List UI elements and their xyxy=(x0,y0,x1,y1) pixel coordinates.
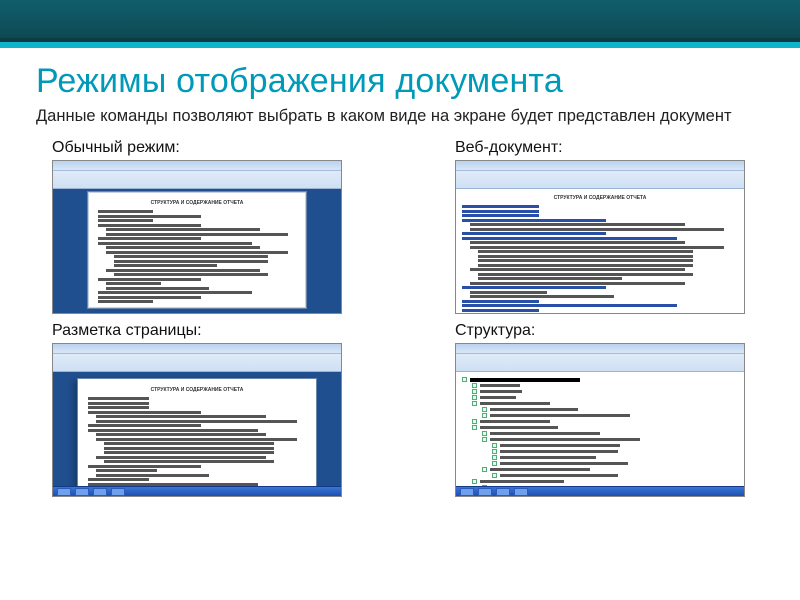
thumb-normal: СТРУКТУРА И СОДЕРЖАНИЕ ОТЧЕТА xyxy=(52,160,342,314)
label-web: Веб-документ: xyxy=(455,139,768,157)
windows-taskbar-icon xyxy=(53,486,341,496)
cell-outline: Структура: xyxy=(455,320,768,497)
word-ribbon-icon xyxy=(456,161,744,189)
label-outline: Структура: xyxy=(455,322,768,340)
word-ribbon-icon xyxy=(456,344,744,372)
doc-heading: СТРУКТУРА И СОДЕРЖАНИЕ ОТЧЕТА xyxy=(88,387,306,394)
doc-page: СТРУКТУРА И СОДЕРЖАНИЕ ОТЧЕТА xyxy=(77,378,317,496)
presentation-top-band xyxy=(0,0,800,42)
thumb-outline xyxy=(455,343,745,497)
windows-taskbar-icon xyxy=(456,486,744,496)
doc-page xyxy=(456,372,744,496)
cell-normal: Обычный режим: СТРУКТУРА И СОДЕРЖАНИЕ ОТ… xyxy=(52,137,365,314)
doc-heading: СТРУКТУРА И СОДЕРЖАНИЕ ОТЧЕТА xyxy=(462,195,738,202)
doc-heading: СТРУКТУРА И СОДЕРЖАНИЕ ОТЧЕТА xyxy=(98,200,296,207)
thumb-layout: СТРУКТУРА И СОДЕРЖАНИЕ ОТЧЕТА xyxy=(52,343,342,497)
word-ribbon-icon xyxy=(53,344,341,372)
thumb-web: СТРУКТУРА И СОДЕРЖАНИЕ ОТЧЕТА xyxy=(455,160,745,314)
label-normal: Обычный режим: xyxy=(52,139,365,157)
slide-subtitle: Данные команды позволяют выбрать в каком… xyxy=(36,105,778,127)
doc-page: СТРУКТУРА И СОДЕРЖАНИЕ ОТЧЕТА xyxy=(87,191,307,309)
label-layout: Разметка страницы: xyxy=(52,322,365,340)
word-ribbon-icon xyxy=(53,161,341,189)
slide-title: Режимы отображения документа xyxy=(36,62,778,101)
slide-body: Режимы отображения документа Данные кома… xyxy=(0,42,800,497)
cell-layout: Разметка страницы: СТРУКТУРА И СОДЕРЖАНИ… xyxy=(52,320,365,497)
doc-page: СТРУКТУРА И СОДЕРЖАНИЕ ОТЧЕТА xyxy=(456,189,744,313)
mode-grid: Обычный режим: СТРУКТУРА И СОДЕРЖАНИЕ ОТ… xyxy=(22,137,778,497)
cell-web: Веб-документ: СТРУКТУРА И СОДЕРЖАНИЕ ОТЧ… xyxy=(455,137,768,314)
doc-heading xyxy=(470,378,580,382)
